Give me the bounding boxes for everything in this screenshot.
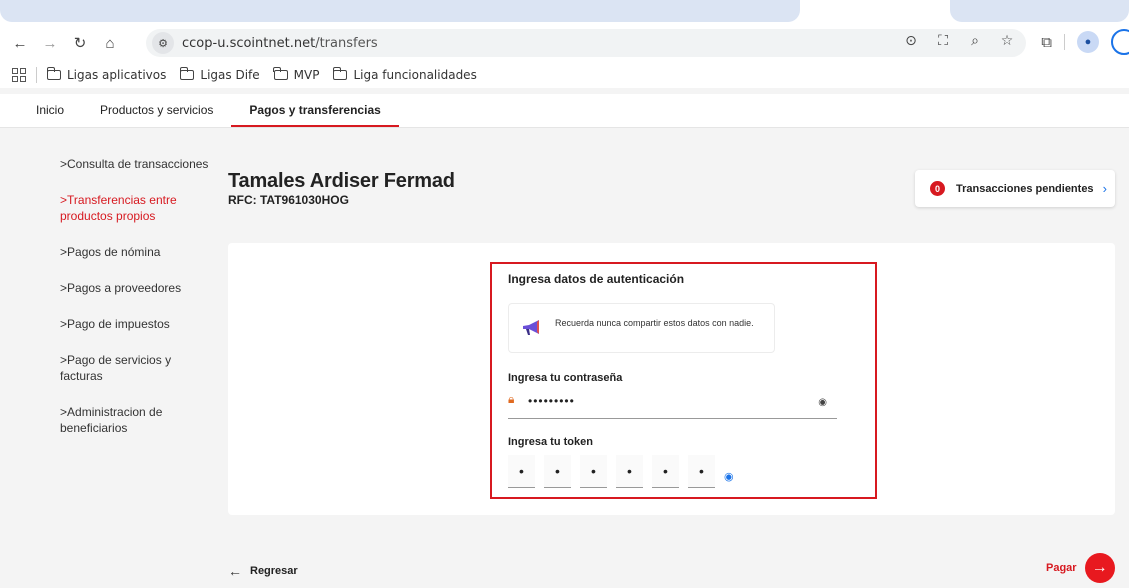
security-notice: Recuerda nunca compartir estos datos con… (508, 303, 775, 353)
bookmark-star-icon[interactable]: ☆ (998, 32, 1016, 49)
back-label: Regresar (250, 565, 298, 577)
chevron-right-icon: › (1102, 181, 1107, 196)
nav-inicio[interactable]: Inicio (0, 93, 82, 127)
folder-icon (46, 67, 61, 80)
folder-icon (179, 67, 195, 80)
notice-text: Recuerda nunca compartir estos datos con… (555, 318, 754, 328)
bookmark-folder[interactable]: Liga funcionalidades (332, 67, 477, 82)
nav-pagos-transferencias[interactable]: Pagos y transferencias (231, 93, 399, 127)
reload-icon[interactable]: ↻ (66, 29, 94, 57)
token-digit-input[interactable]: • (616, 455, 643, 488)
token-label: Ingresa tu token (508, 436, 593, 448)
token-inputs: • • • • • • (508, 455, 724, 488)
folder-icon (273, 67, 288, 80)
sidebar-item-impuestos[interactable]: >Pago de impuestos (60, 316, 210, 332)
token-digit-input[interactable]: • (580, 455, 607, 488)
token-digit-input[interactable]: • (544, 455, 571, 488)
token-digit-input[interactable]: • (652, 455, 679, 488)
site-info-icon[interactable]: ⚙ (152, 32, 174, 54)
browser-tab-active[interactable] (0, 0, 800, 22)
profile-ring-icon[interactable] (1111, 29, 1129, 55)
sidebar-item-transferencias[interactable]: >Transferencias entre productos propios (60, 192, 210, 224)
folder-icon (332, 67, 348, 80)
address-bar[interactable]: ⚙ ccop-u.scointnet.net/transfers ⊙ ⛶ ⌕ ☆ (146, 29, 1026, 57)
top-navigation: Inicio Productos y servicios Pagos y tra… (0, 94, 1129, 128)
pay-label: Pagar (1046, 562, 1077, 574)
bookmarks-bar: Ligas aplicativos Ligas Dife MVP Liga fu… (0, 62, 1129, 88)
toolbar-divider (1064, 34, 1065, 50)
token-digit-input[interactable]: • (688, 455, 715, 488)
pending-transactions-button[interactable]: 0 Transacciones pendientes › (915, 170, 1115, 207)
forward-arrow-icon[interactable]: → (36, 29, 64, 57)
password-value[interactable]: ••••••••• (528, 394, 575, 408)
url-text[interactable]: ccop-u.scointnet.net/transfers (182, 36, 378, 51)
location-icon[interactable]: ⊙ (902, 32, 920, 49)
show-token-eye-icon[interactable]: ◉ (724, 470, 734, 483)
sidebar-item-beneficiarios[interactable]: >Administracion de beneficiarios (60, 404, 210, 436)
bookmark-folder[interactable]: Ligas aplicativos (46, 67, 166, 82)
bookmark-folder[interactable]: Ligas Dife (179, 67, 260, 82)
zoom-icon[interactable]: ⌕ (966, 32, 984, 49)
extensions-icon[interactable]: ⧉ (1041, 34, 1052, 51)
pending-label: Transacciones pendientes (956, 182, 1094, 195)
browser-toolbar: ← → ↻ ⌂ ⚙ ccop-u.scointnet.net/transfers… (0, 24, 1129, 62)
sidebar-item-proveedores[interactable]: >Pagos a proveedores (60, 280, 210, 296)
home-icon[interactable]: ⌂ (96, 29, 124, 57)
pending-count-badge: 0 (930, 181, 945, 196)
sidebar-item-nomina[interactable]: >Pagos de nómina (60, 244, 210, 260)
browser-tab[interactable] (950, 0, 1129, 22)
pay-button[interactable]: Pagar → (1046, 553, 1115, 583)
bookmark-folder[interactable]: MVP (273, 67, 319, 82)
token-digit-input[interactable]: • (508, 455, 535, 488)
auth-title: Ingresa datos de autenticación (508, 272, 685, 286)
nav-productos-servicios[interactable]: Productos y servicios (82, 93, 231, 127)
sidebar-item-servicios[interactable]: >Pago de servicios y facturas (60, 352, 210, 384)
password-label: Ingresa tu contraseña (508, 372, 623, 384)
translate-icon[interactable]: ⛶ (934, 32, 952, 49)
bookmarks-divider (36, 67, 37, 83)
profile-avatar-icon[interactable]: ● (1077, 31, 1099, 53)
sidebar: >Consulta de transacciones >Transferenci… (60, 156, 210, 456)
back-arrow-icon[interactable]: ← (6, 29, 34, 57)
arrow-left-icon: ← (228, 563, 242, 579)
apps-grid-icon[interactable] (12, 68, 26, 82)
back-button[interactable]: ← Regresar (228, 563, 298, 579)
megaphone-icon (521, 319, 543, 337)
client-name: Tamales Ardiser Fermad (228, 170, 455, 192)
show-password-eye-icon[interactable]: ◉ (818, 397, 827, 408)
browser-tab-strip (0, 0, 1129, 24)
sidebar-item-consulta[interactable]: >Consulta de transacciones (60, 156, 210, 172)
arrow-right-icon[interactable]: → (1084, 553, 1115, 583)
password-field[interactable]: 🔒︎ ••••••••• ◉ (508, 392, 837, 419)
lock-icon: 🔒︎ (508, 392, 515, 406)
client-rfc: RFC: TAT961030HOG (228, 193, 349, 207)
